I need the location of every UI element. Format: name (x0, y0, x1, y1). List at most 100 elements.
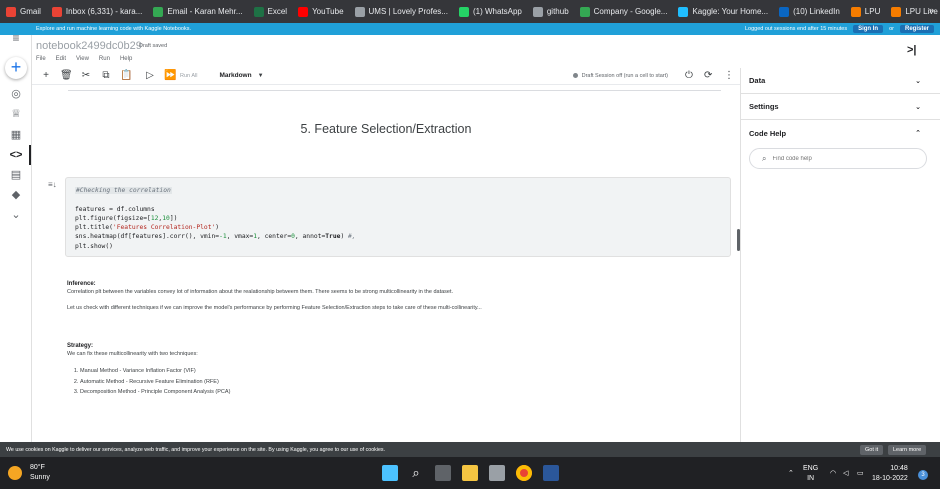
inference-cell[interactable]: Inference: Correlation plt between the v… (67, 280, 482, 312)
windows-taskbar: 80°F Sunny ⌕ ⌃ ENG IN ◠ ◁ ▭ 10:48 18-10-… (0, 457, 940, 489)
menu-run[interactable]: Run (99, 56, 110, 62)
chevron-down-icon[interactable]: ⌄ (915, 77, 921, 85)
restart-icon[interactable]: ⟳ (704, 70, 712, 81)
bookmark-item[interactable]: github (532, 6, 569, 17)
chevron-up-icon[interactable]: ⌃ (788, 469, 794, 477)
bookmark-favicon-icon (850, 6, 861, 17)
time: 10:48 (890, 465, 908, 472)
or-text: or (889, 26, 894, 32)
strategy-title: Strategy: (67, 343, 94, 349)
language-code: ENG (803, 465, 819, 472)
sun-icon (8, 466, 22, 480)
volume-icon[interactable]: ◁ (843, 469, 848, 477)
clock[interactable]: 10:48 18-10-2022 (872, 464, 908, 484)
code-help-section[interactable]: Code Help ⌃ (741, 120, 940, 146)
code-line-3: plt.title('Features Correlation-Plot') (75, 224, 220, 232)
word-icon[interactable] (543, 465, 559, 481)
app-icon[interactable] (489, 465, 505, 481)
add-cell-icon[interactable]: + (40, 70, 52, 81)
run-all-button[interactable]: Run All (180, 73, 197, 79)
bookmark-label: Inbox (6,331) - kara... (65, 7, 143, 16)
code-help-search[interactable]: ⌕ (749, 148, 927, 169)
bookmark-item[interactable]: Excel (253, 6, 288, 17)
bookmark-item[interactable]: (10) LinkedIn (779, 6, 840, 17)
bookmark-item[interactable]: LPU (850, 6, 881, 17)
chrome-icon[interactable] (516, 465, 532, 481)
bookmark-label: LPU (864, 7, 881, 16)
bookmark-item[interactable]: Kaggle: Your Home... (678, 6, 769, 17)
bookmark-label: YouTube (312, 7, 344, 16)
caret-down-icon[interactable]: ▼ (258, 73, 264, 79)
register-button[interactable]: Register (899, 25, 934, 33)
bookmark-item[interactable]: Inbox (6,331) - kara... (51, 6, 143, 17)
code-icon[interactable]: <> (9, 148, 23, 162)
power-icon[interactable]: ⏻ (685, 70, 693, 81)
bookmark-item[interactable]: (1) WhatsApp (458, 6, 522, 17)
search-icon[interactable]: ⌕ (408, 465, 424, 481)
menu-edit[interactable]: Edit (56, 56, 66, 62)
bookmark-favicon-icon (51, 6, 62, 17)
weather-widget[interactable]: 80°F Sunny (8, 463, 50, 483)
run-all-icon[interactable]: ⏩ (164, 70, 176, 81)
menu-help[interactable]: Help (120, 56, 132, 62)
bookmark-label: Email - Karan Mehr... (167, 7, 243, 16)
settings-section[interactable]: Settings ⌄ (741, 94, 940, 120)
got-it-button[interactable]: Got it (860, 444, 884, 455)
data-section[interactable]: Data ⌄ (741, 68, 940, 94)
cut-icon[interactable]: ✂ (80, 70, 92, 81)
section-heading[interactable]: 5. Feature Selection/Extraction (32, 122, 740, 136)
copy-icon[interactable]: ⧉ (100, 70, 112, 81)
chevron-up-icon[interactable]: ⌃ (915, 129, 921, 137)
code-line-5: plt.show() (75, 242, 113, 250)
trophy-icon[interactable]: ♕ (9, 107, 23, 121)
bookmark-label: Excel (267, 7, 288, 16)
windows-start-icon[interactable] (382, 465, 398, 481)
bookmark-item[interactable]: Company - Google... (579, 6, 667, 17)
bookmark-favicon-icon (579, 6, 590, 17)
paste-icon[interactable]: 📋 (120, 70, 132, 81)
notebook-toolbar: + 🗑 ✂ ⧉ 📋 ▷ ⏩ Run All Markdown ▼ Draft S… (32, 67, 740, 85)
bookmark-item[interactable]: UMS | Lovely Profes... (354, 6, 448, 17)
menu-view[interactable]: View (76, 56, 89, 62)
cookie-bar: We use cookies on Kaggle to deliver our … (0, 442, 940, 457)
sign-in-button[interactable]: Sign In (853, 25, 884, 33)
cell-type-icon: ≡↓ (48, 180, 57, 189)
bookmark-label: Kaggle: Your Home... (692, 7, 769, 16)
create-plus-icon[interactable]: + (5, 57, 27, 79)
more-bookmarks-icon[interactable]: » (929, 5, 934, 15)
notification-badge[interactable]: 3 (918, 470, 928, 480)
collapse-panel-icon[interactable]: >| (907, 44, 917, 56)
chevron-down-icon[interactable]: ⌄ (9, 208, 23, 222)
run-cell-icon[interactable]: ▷ (144, 70, 156, 81)
hamburger-menu-icon[interactable]: ≡ (9, 31, 23, 45)
data-section-label: Data (749, 76, 766, 85)
learn-icon[interactable]: ◆ (9, 188, 23, 202)
battery-icon[interactable]: ▭ (857, 469, 864, 477)
task-view-icon[interactable] (435, 465, 451, 481)
table-icon[interactable]: ▦ (9, 128, 23, 142)
chevron-down-icon[interactable]: ⌄ (915, 103, 921, 111)
language-indicator[interactable]: ENG IN (803, 464, 818, 484)
strategy-cell[interactable]: Strategy: We can fix these multicollinea… (67, 342, 230, 398)
code-comment: #Checking the correlation (75, 187, 172, 194)
session-status: Draft Session off (run a cell to start) (572, 73, 668, 79)
discussion-icon[interactable]: ▤ (9, 168, 23, 182)
compass-icon[interactable]: ◎ (9, 87, 23, 101)
menu-file[interactable]: File (36, 56, 46, 62)
inference-paragraph-1: Correlation plt between the variables co… (67, 289, 454, 295)
code-help-search-input[interactable] (772, 155, 903, 162)
notebook-title[interactable]: notebook2499dc0b29 (36, 40, 142, 52)
bookmark-item[interactable]: Gmail (6, 6, 41, 17)
file-explorer-icon[interactable] (462, 465, 478, 481)
right-panel: Data ⌄ Settings ⌄ Code Help ⌃ ⌕ (740, 68, 940, 442)
learn-more-button[interactable]: Learn more (888, 444, 927, 455)
wifi-icon[interactable]: ◠ (830, 469, 836, 477)
bookmark-item[interactable]: Email - Karan Mehr... (153, 6, 243, 17)
bookmark-favicon-icon (458, 6, 469, 17)
more-options-icon[interactable]: ⋮ (724, 70, 734, 81)
cell-type-select[interactable]: Markdown (219, 72, 251, 79)
bookmark-item[interactable]: YouTube (298, 6, 344, 17)
code-line-1: features = df.columns (75, 205, 155, 213)
code-cell[interactable]: #Checking the correlation features = df.… (65, 177, 731, 257)
delete-icon[interactable]: 🗑 (60, 70, 73, 81)
